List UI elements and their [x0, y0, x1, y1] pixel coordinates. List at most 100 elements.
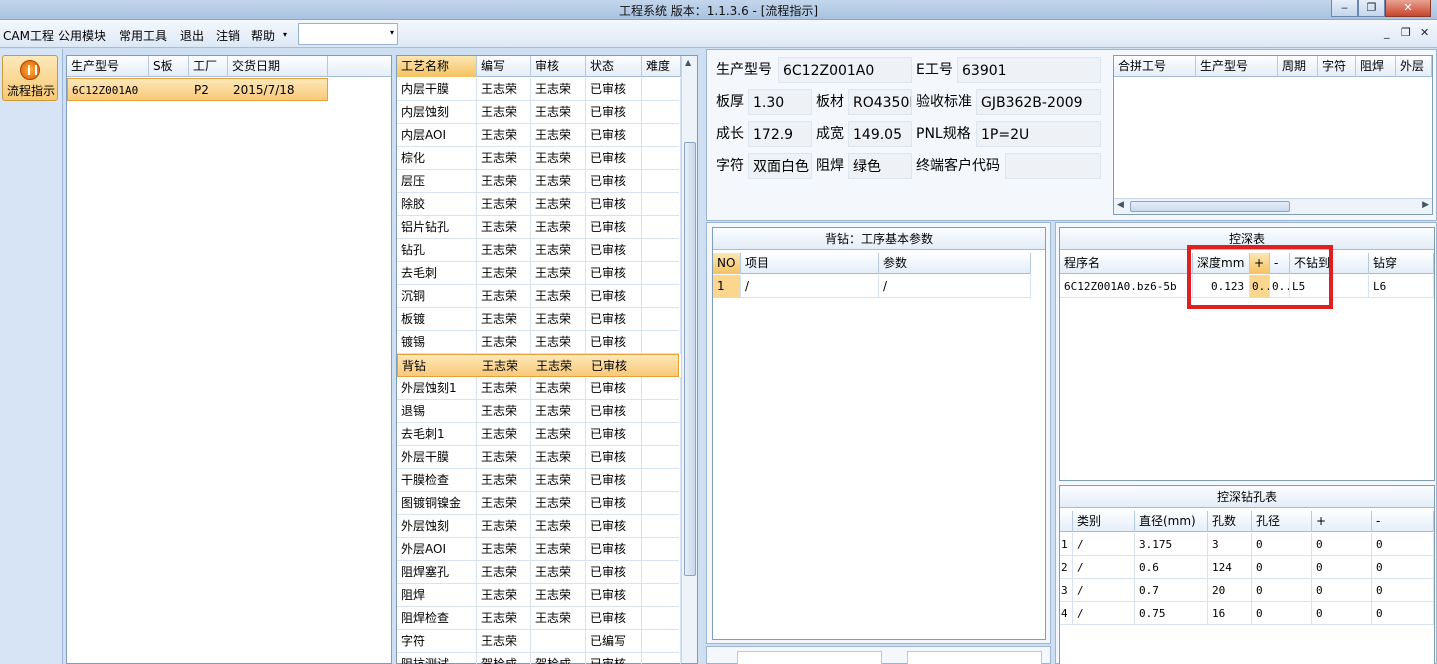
depth-col-through[interactable]: 钻穿	[1369, 253, 1434, 274]
menu-bar: CAM工程 公用模块 常用工具 退出 注销 帮助 ▾ ▾ _ ❐ ✕	[0, 20, 1437, 48]
process-row[interactable]: 阻焊检查 王志荣 王志荣 已审核	[397, 607, 681, 630]
scroll-left-icon[interactable]: ◀	[1117, 200, 1124, 210]
combine-hscroll[interactable]: ◀ ▶	[1114, 198, 1432, 214]
holes-col-size[interactable]: 孔径	[1252, 511, 1312, 532]
minimize-button[interactable]: ‒	[1331, 0, 1358, 17]
field-material[interactable]: RO4350B	[848, 89, 912, 115]
holes-idx: 4	[1060, 602, 1073, 625]
process-row[interactable]: 字符 王志荣 已编写	[397, 630, 681, 653]
mdi-minimize-icon[interactable]: _	[1384, 26, 1390, 39]
combine-col-char[interactable]: 字符	[1318, 56, 1356, 77]
holes-col-minus[interactable]: -	[1372, 511, 1434, 532]
process-row[interactable]: 阻抗测试 贺桧成 贺桧成 已审核	[397, 653, 681, 664]
combine-scroll-thumb[interactable]	[1130, 201, 1290, 212]
scroll-right-icon[interactable]: ▶	[1422, 200, 1429, 210]
orders-row[interactable]: 6C12Z001A0 P2 2015/7/18	[67, 78, 328, 101]
process-col-reviewer[interactable]: 审核	[531, 56, 586, 77]
holes-row[interactable]: 4/0.75 16 0 0 0	[1060, 602, 1434, 625]
process-col-difficulty[interactable]: 难度	[642, 56, 681, 77]
holes-col-type[interactable]: 类别	[1073, 511, 1135, 532]
combine-col-cycle[interactable]: 周期	[1278, 56, 1318, 77]
order-date: 2015/7/18	[233, 83, 295, 97]
menu-help[interactable]: 帮助	[251, 27, 275, 44]
process-row[interactable]: 外层蚀刻 王志荣 王志荣 已审核	[397, 515, 681, 538]
holes-row[interactable]: 3/0.7 20 0 0 0	[1060, 579, 1434, 602]
process-row[interactable]: 内层蚀刻 王志荣 王志荣 已审核	[397, 101, 681, 124]
field-width[interactable]: 149.05	[848, 121, 912, 147]
holes-col-diameter[interactable]: 直径(mm)	[1135, 511, 1208, 532]
process-row[interactable]: 除胶 王志荣 王志荣 已审核	[397, 193, 681, 216]
process-row[interactable]: 外层干膜 王志荣 王志荣 已审核	[397, 446, 681, 469]
process-row[interactable]: 棕化 王志荣 王志荣 已审核	[397, 147, 681, 170]
bottom-field-1[interactable]	[737, 651, 882, 664]
process-row[interactable]: 内层AOI 王志荣 王志荣 已审核	[397, 124, 681, 147]
close-button[interactable]: ✕	[1385, 0, 1431, 17]
orders-col-factory[interactable]: 工厂	[189, 56, 228, 77]
process-scrollbar[interactable]: ▲	[681, 56, 697, 663]
maximize-button[interactable]: ❐	[1358, 0, 1385, 17]
field-standard[interactable]: GJB362B-2009	[976, 89, 1101, 115]
field-e-no[interactable]: 63901	[957, 57, 1101, 83]
field-customer[interactable]	[1005, 153, 1101, 179]
menu-cam[interactable]: CAM工程	[3, 27, 54, 44]
process-row[interactable]: 去毛刺 王志荣 王志荣 已审核	[397, 262, 681, 285]
menu-common-module[interactable]: 公用模块	[58, 27, 106, 44]
combo-arrow-icon[interactable]: ▾	[390, 28, 394, 37]
flow-indicator-button[interactable]: 流程指示	[2, 55, 58, 101]
process-row[interactable]: 层压 王志荣 王志荣 已审核	[397, 170, 681, 193]
scroll-up-icon[interactable]: ▲	[685, 58, 691, 67]
process-status: 已审核	[586, 308, 642, 331]
process-row[interactable]: 镀锡 王志荣 王志荣 已审核	[397, 331, 681, 354]
process-col-name[interactable]: 工艺名称	[397, 56, 477, 77]
field-thickness[interactable]: 1.30	[748, 89, 812, 115]
process-row[interactable]: 去毛刺1 王志荣 王志荣 已审核	[397, 423, 681, 446]
holes-col-count[interactable]: 孔数	[1208, 511, 1252, 532]
process-scroll-thumb[interactable]	[684, 142, 696, 576]
combine-col-model[interactable]: 生产型号	[1196, 56, 1278, 77]
help-dropdown-icon[interactable]: ▾	[283, 30, 287, 39]
process-row[interactable]: 背钻 王志荣 王志荣 已审核	[397, 354, 679, 377]
backdrill-row[interactable]: 1 / /	[713, 275, 1031, 298]
process-row[interactable]: 内层干膜 王志荣 王志荣 已审核	[397, 78, 681, 101]
mdi-restore-icon[interactable]: ❐	[1401, 26, 1411, 39]
backdrill-col-item[interactable]: 项目	[741, 253, 879, 274]
orders-col-s[interactable]: S板	[149, 56, 189, 77]
orders-col-model[interactable]: 生产型号	[67, 56, 149, 77]
process-row[interactable]: 铝片钻孔 王志荣 王志荣 已审核	[397, 216, 681, 239]
process-status: 已审核	[586, 538, 642, 561]
process-row[interactable]: 干膜检查 王志荣 王志荣 已审核	[397, 469, 681, 492]
holes-col-idx[interactable]	[1060, 511, 1073, 532]
process-col-status[interactable]: 状态	[586, 56, 642, 77]
backdrill-col-param[interactable]: 参数	[879, 253, 1031, 274]
orders-col-date[interactable]: 交货日期	[228, 56, 328, 77]
menu-logout[interactable]: 注销	[216, 27, 240, 44]
process-row[interactable]: 沉铜 王志荣 王志荣 已审核	[397, 285, 681, 308]
process-row[interactable]: 图镀铜镍金 王志荣 王志荣 已审核	[397, 492, 681, 515]
process-col-author[interactable]: 编写	[477, 56, 531, 77]
bottom-field-2[interactable]	[907, 651, 1042, 664]
combine-col-mask[interactable]: 阻焊	[1356, 56, 1396, 77]
field-pnl[interactable]: 1P=2U	[976, 121, 1101, 147]
holes-row[interactable]: 1/3.175 3 0 0 0	[1060, 533, 1434, 556]
depth-col-program[interactable]: 程序名	[1060, 253, 1193, 274]
mdi-close-icon[interactable]: ✕	[1420, 26, 1429, 39]
field-mask[interactable]: 绿色	[848, 153, 912, 179]
backdrill-col-no[interactable]: NO	[713, 253, 741, 274]
holes-col-plus[interactable]: +	[1312, 511, 1372, 532]
field-length[interactable]: 172.9	[748, 121, 812, 147]
holes-row[interactable]: 2/0.6 124 0 0 0	[1060, 556, 1434, 579]
process-row[interactable]: 钻孔 王志荣 王志荣 已审核	[397, 239, 681, 262]
menu-common-tools[interactable]: 常用工具	[119, 27, 167, 44]
field-char[interactable]: 双面白色	[748, 153, 812, 179]
menu-exit[interactable]: 退出	[180, 27, 204, 44]
process-row[interactable]: 阻焊 王志荣 王志荣 已审核	[397, 584, 681, 607]
combine-col-outer[interactable]: 外层	[1396, 56, 1432, 77]
field-model[interactable]: 6C12Z001A0	[778, 57, 912, 83]
menu-combo-box[interactable]: ▾	[298, 23, 398, 45]
process-row[interactable]: 外层AOI 王志荣 王志荣 已审核	[397, 538, 681, 561]
combine-col-job[interactable]: 合拼工号	[1114, 56, 1196, 77]
process-row[interactable]: 阻焊塞孔 王志荣 王志荣 已审核	[397, 561, 681, 584]
process-row[interactable]: 外层蚀刻1 王志荣 王志荣 已审核	[397, 377, 681, 400]
process-row[interactable]: 板镀 王志荣 王志荣 已审核	[397, 308, 681, 331]
process-row[interactable]: 退锡 王志荣 王志荣 已审核	[397, 400, 681, 423]
